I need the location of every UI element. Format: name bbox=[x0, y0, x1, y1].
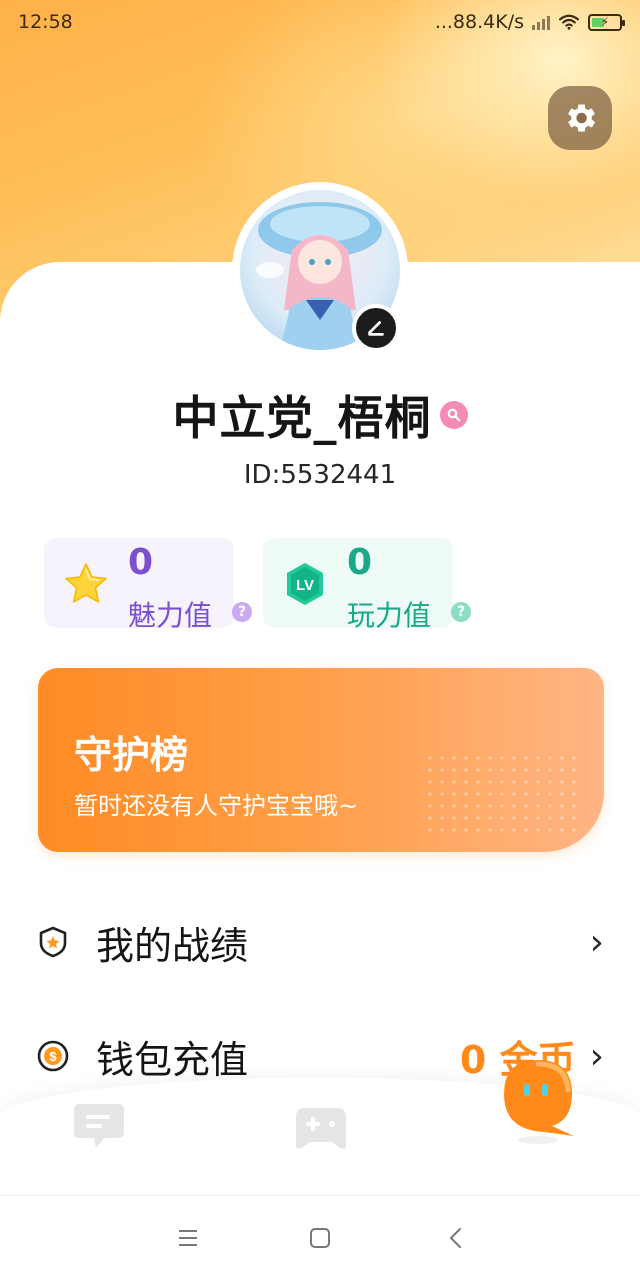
charm-help-icon[interactable]: ? bbox=[232, 602, 252, 622]
home-icon[interactable] bbox=[308, 1226, 332, 1250]
nav-profile[interactable] bbox=[498, 1054, 578, 1150]
play-stat-card[interactable]: LV 0 玩力值 ? bbox=[263, 538, 471, 632]
svg-text:$: $ bbox=[49, 1049, 57, 1064]
guard-title: 守护榜 bbox=[74, 733, 189, 777]
wallet-label: 钱包充值 bbox=[96, 1037, 249, 1082]
coin-icon: $ bbox=[37, 1040, 69, 1072]
network-speed: ...88.4K/s bbox=[434, 11, 524, 33]
level-badge-icon: LV bbox=[287, 563, 323, 605]
female-icon bbox=[439, 401, 468, 429]
battery-charging-icon: ⚡ bbox=[588, 13, 625, 31]
chevron-right-icon: › bbox=[589, 921, 604, 963]
gear-icon bbox=[568, 104, 596, 132]
charm-label: 魅力值 bbox=[128, 599, 213, 632]
status-time: 12:58 bbox=[18, 11, 73, 33]
chat-icon bbox=[74, 1104, 124, 1148]
nav-chat[interactable] bbox=[72, 1102, 126, 1156]
nav-games[interactable] bbox=[294, 1102, 348, 1156]
username-row: 中立党_梧桐 bbox=[0, 382, 640, 448]
menu-item-records[interactable]: 我的战绩 › bbox=[0, 902, 640, 982]
menu-icon[interactable] bbox=[176, 1226, 200, 1250]
charm-value: 0 bbox=[128, 542, 154, 583]
guard-ranking-card[interactable]: 守护榜 暂时还没有人守护宝宝哦~ bbox=[38, 668, 604, 852]
svg-text:LV: LV bbox=[296, 577, 314, 594]
decorative-dots bbox=[424, 752, 584, 832]
signal-icon bbox=[532, 14, 550, 30]
charm-stat-card[interactable]: 0 魅力值 ? bbox=[44, 538, 252, 632]
system-navigation-bar bbox=[0, 1195, 640, 1280]
gamepad-icon bbox=[296, 1108, 346, 1149]
back-icon[interactable] bbox=[444, 1226, 468, 1250]
pencil-icon bbox=[368, 321, 384, 336]
status-icons: ...88.4K/s ⚡ bbox=[434, 11, 625, 33]
bottom-navigation bbox=[0, 1060, 640, 1198]
guard-subtitle: 暂时还没有人守护宝宝哦~ bbox=[74, 792, 359, 820]
username: 中立党_梧桐 bbox=[172, 391, 432, 445]
chevron-right-icon: › bbox=[589, 1035, 604, 1077]
user-id: ID:5532441 bbox=[243, 460, 397, 490]
shield-star-icon bbox=[39, 926, 67, 958]
wifi-icon bbox=[559, 14, 579, 30]
star-icon bbox=[65, 563, 107, 603]
play-label: 玩力值 bbox=[347, 599, 432, 632]
status-bar: 12:58 ...88.4K/s ⚡ bbox=[0, 0, 640, 44]
play-help-icon[interactable]: ? bbox=[451, 602, 471, 622]
edit-avatar-button[interactable] bbox=[352, 304, 400, 352]
settings-button[interactable] bbox=[548, 86, 612, 150]
mascot-profile-icon bbox=[504, 1060, 574, 1144]
play-value: 0 bbox=[347, 542, 373, 583]
records-label: 我的战绩 bbox=[96, 923, 249, 968]
